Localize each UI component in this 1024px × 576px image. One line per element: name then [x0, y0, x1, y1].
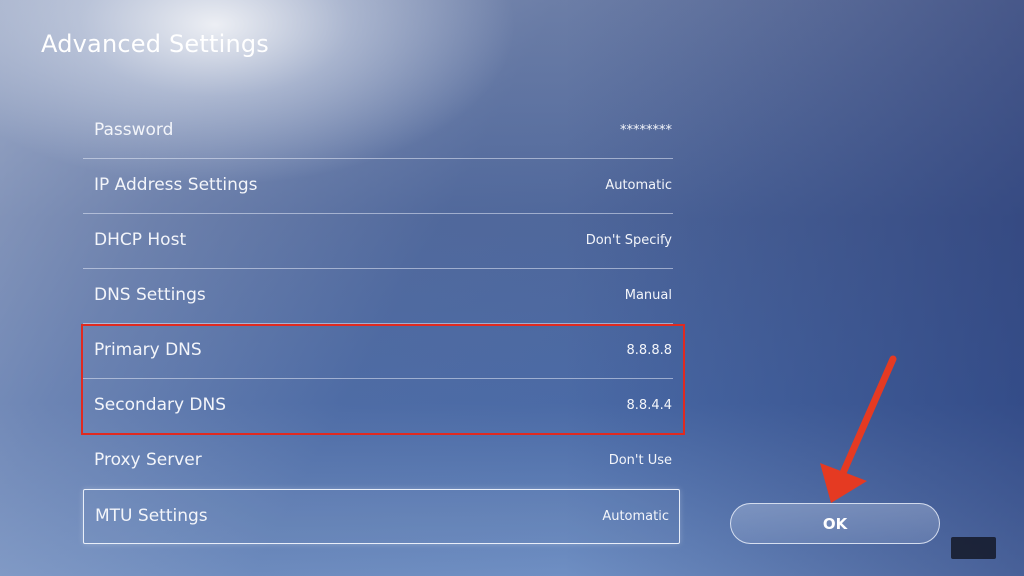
setting-label: DHCP Host	[94, 230, 187, 250]
setting-value: ********	[620, 123, 672, 138]
setting-row-dhcp-host[interactable]: DHCP Host Don't Specify	[83, 214, 680, 269]
setting-row-proxy-server[interactable]: Proxy Server Don't Use	[83, 434, 680, 489]
setting-value: 8.8.8.8	[626, 343, 672, 358]
setting-value: Automatic	[602, 509, 669, 524]
setting-row-ip-address-settings[interactable]: IP Address Settings Automatic	[83, 159, 680, 214]
ok-button[interactable]: OK	[730, 503, 940, 544]
setting-value: Don't Use	[608, 453, 672, 468]
setting-label: IP Address Settings	[94, 175, 258, 195]
setting-row-secondary-dns[interactable]: Secondary DNS 8.8.4.4	[83, 379, 680, 434]
setting-label: Secondary DNS	[94, 395, 227, 415]
setting-label: Proxy Server	[94, 450, 202, 470]
settings-list: Password ******** IP Address Settings Au…	[83, 104, 680, 544]
setting-label: DNS Settings	[94, 285, 206, 305]
setting-label: MTU Settings	[95, 506, 208, 526]
setting-value: Don't Specify	[585, 233, 672, 248]
setting-row-primary-dns[interactable]: Primary DNS 8.8.8.8	[83, 324, 680, 379]
setting-value: Automatic	[605, 178, 672, 193]
red-arrow-annotation	[820, 355, 897, 503]
setting-value: Manual	[624, 288, 672, 303]
setting-row-dns-settings[interactable]: DNS Settings Manual	[83, 269, 680, 324]
advanced-settings-screen: Advanced Settings Password ******** IP A…	[0, 0, 1024, 576]
setting-row-mtu-settings[interactable]: MTU Settings Automatic	[83, 489, 680, 544]
page-title: Advanced Settings	[41, 30, 270, 58]
setting-label: Password	[94, 120, 174, 140]
setting-label: Primary DNS	[94, 340, 202, 360]
setting-value: 8.8.4.4	[626, 398, 672, 413]
setting-row-password[interactable]: Password ********	[83, 104, 680, 159]
corner-badge	[951, 537, 996, 559]
